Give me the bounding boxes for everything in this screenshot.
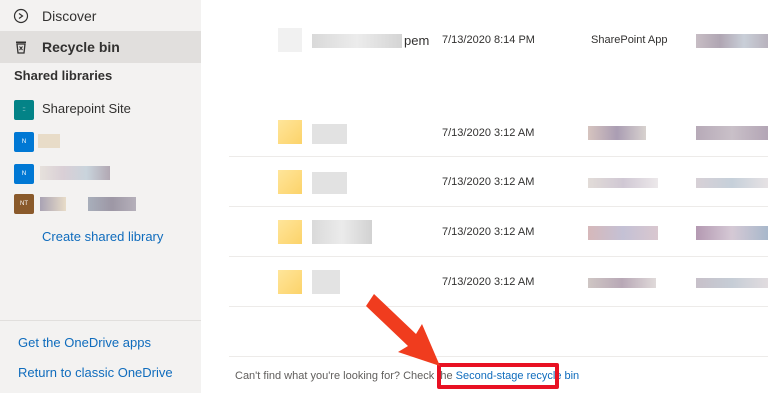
library-badge: N (14, 164, 34, 184)
deleted-date: 7/13/2020 3:12 AM (442, 127, 535, 139)
redacted-file-name (312, 34, 402, 48)
create-shared-library-link[interactable]: Create shared library (42, 229, 163, 244)
nav-recycle-bin-label: Recycle bin (42, 39, 120, 55)
library-badge: N (14, 132, 34, 152)
redacted-file-name (312, 172, 347, 194)
table-row[interactable]: 7/13/2020 3:12 AM (229, 158, 768, 207)
library-item[interactable]: N (0, 130, 201, 154)
redacted-label (88, 197, 136, 211)
library-badge: NT (14, 194, 34, 214)
pointer-arrow-icon (366, 294, 440, 366)
redacted-column (588, 126, 646, 140)
redacted-label (40, 166, 110, 180)
discover-icon (13, 8, 29, 24)
redacted-column (696, 278, 768, 288)
library-item[interactable]: N (0, 162, 201, 186)
highlight-box (437, 363, 559, 389)
file-icon (278, 28, 302, 52)
sidebar-divider (0, 320, 201, 321)
deleted-date: 7/13/2020 3:12 AM (442, 176, 535, 188)
folder-icon (278, 220, 302, 244)
nav-recycle-bin[interactable]: Recycle bin (0, 31, 201, 63)
table-row[interactable]: 7/13/2020 3:12 AM (229, 258, 768, 307)
redacted-column (696, 126, 768, 140)
library-label: Sharepoint Site (42, 101, 131, 116)
redacted-column (588, 226, 658, 240)
library-sharepoint-site[interactable]: :: Sharepoint Site (0, 98, 201, 122)
shared-libraries-heading: Shared libraries (14, 68, 113, 83)
redacted-file-name (312, 124, 347, 144)
library-badge: :: (14, 100, 34, 120)
deleted-date: 7/13/2020 3:12 AM (442, 276, 535, 288)
redacted-label (38, 134, 60, 148)
redacted-file-name (312, 220, 372, 244)
redacted-column (588, 178, 658, 188)
folder-icon (278, 120, 302, 144)
library-item[interactable]: NT (0, 192, 201, 216)
deleted-date: 7/13/2020 3:12 AM (442, 226, 535, 238)
redacted-column (696, 34, 768, 48)
get-onedrive-apps-link[interactable]: Get the OneDrive apps (18, 335, 151, 350)
created-by: SharePoint App (591, 34, 668, 46)
nav-discover-label: Discover (42, 8, 97, 24)
recycle-bin-list: pem 7/13/2020 8:14 PM SharePoint App 7/1… (201, 0, 768, 393)
folder-icon (278, 170, 302, 194)
folder-icon (278, 270, 302, 294)
footer-prompt: Can't find what you're looking for? Chec… (235, 370, 456, 382)
footer-divider (229, 356, 768, 357)
left-navigation: Discover Recycle bin Shared libraries ::… (0, 0, 201, 393)
table-row[interactable]: 7/13/2020 3:12 AM (229, 108, 768, 157)
recycle-bin-icon (16, 41, 26, 54)
redacted-file-name (312, 270, 340, 294)
file-name-tail: pem (404, 33, 430, 48)
nav-discover[interactable]: Discover (0, 0, 201, 32)
redacted-column (696, 178, 768, 188)
table-row[interactable]: 7/13/2020 3:12 AM (229, 208, 768, 257)
table-row[interactable]: pem 7/13/2020 8:14 PM SharePoint App (229, 20, 768, 68)
deleted-date: 7/13/2020 8:14 PM (442, 34, 535, 46)
return-to-classic-link[interactable]: Return to classic OneDrive (18, 365, 173, 380)
redacted-label (40, 197, 66, 211)
redacted-column (696, 226, 768, 240)
redacted-column (588, 278, 656, 288)
